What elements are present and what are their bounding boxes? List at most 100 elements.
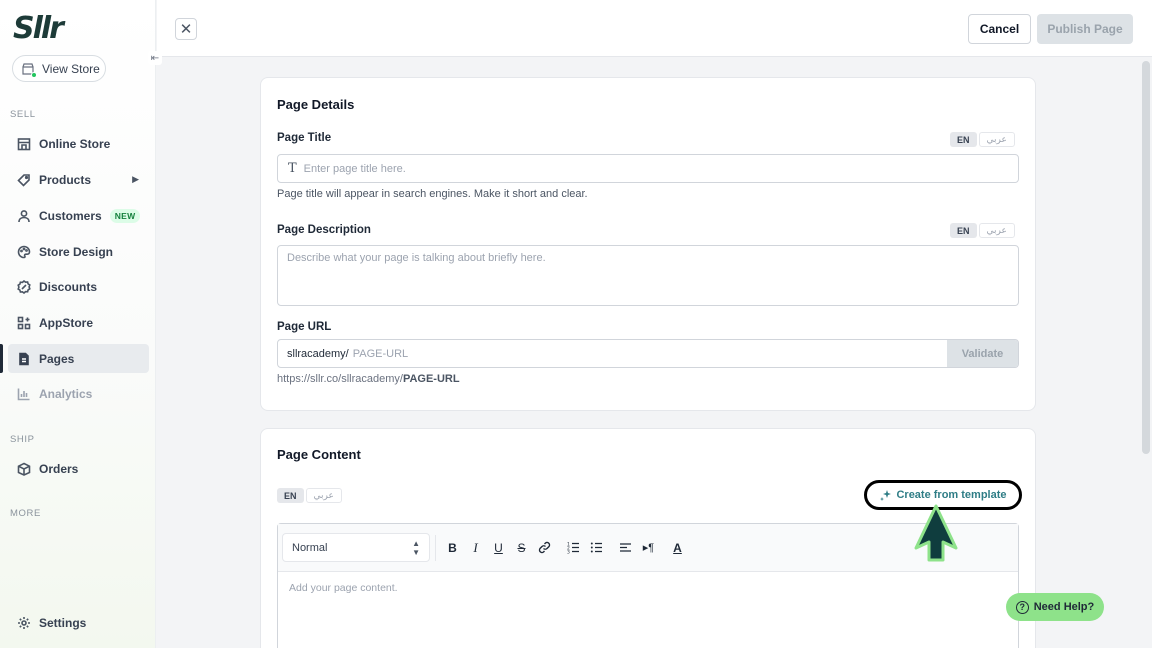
url-preview-slug: PAGE-URL: [402, 373, 460, 385]
svg-text:3: 3: [567, 550, 570, 555]
apps-icon: [17, 316, 31, 329]
chart-icon: [17, 388, 30, 400]
page-details-title: Page Details: [277, 97, 355, 112]
page-description-lang-toggle: EN عربي: [950, 223, 1015, 238]
section-label-ship: SHIP: [10, 434, 35, 445]
cancel-button[interactable]: Cancel: [968, 14, 1031, 44]
ordered-list-icon[interactable]: 123: [562, 536, 585, 560]
text-color-icon[interactable]: A: [666, 536, 689, 560]
collapse-sidebar-icon[interactable]: ⇤: [148, 51, 162, 65]
editor-placeholder: Add your page content.: [289, 582, 398, 594]
online-status-dot: [31, 71, 37, 78]
user-icon: [18, 209, 30, 222]
sidebar-item-orders[interactable]: Orders: [8, 454, 149, 483]
bullet-list-icon[interactable]: [585, 536, 608, 560]
page-description-label: Page Description: [277, 224, 371, 236]
page-title-label: Page Title: [277, 132, 332, 144]
page-details-card: Page Details Page Title EN عربي T Enter …: [260, 77, 1036, 411]
lang-en-tab[interactable]: EN: [950, 223, 977, 238]
lang-ar-tab[interactable]: عربي: [305, 488, 342, 503]
store-icon: [17, 137, 31, 150]
view-store-label: View Store: [42, 61, 100, 76]
page-url-input[interactable]: PAGE-URL: [349, 340, 947, 367]
discount-icon: [17, 279, 31, 294]
sparkle-icon: [880, 489, 892, 501]
need-help-label: Need Help?: [1033, 601, 1095, 613]
create-from-template-label: Create from template: [896, 489, 1007, 501]
lang-en-tab[interactable]: EN: [950, 132, 977, 147]
underline-icon[interactable]: U: [487, 536, 510, 560]
bold-icon[interactable]: B: [441, 536, 464, 560]
page-title-placeholder: Enter page title here.: [303, 162, 406, 175]
page-title-helper: Page title will appear in search engines…: [277, 188, 588, 200]
sidebar-item-products[interactable]: Products ▶: [8, 165, 149, 194]
link-icon[interactable]: [533, 536, 556, 560]
need-help-button[interactable]: ? Need Help?: [1006, 593, 1104, 621]
sidebar-item-customers[interactable]: Customers NEW: [8, 201, 149, 230]
editor-toolbar: Normal ▲ ▼ B I U S 123 ▸¶ A: [278, 524, 1018, 572]
sidebar-item-label: Pages: [39, 351, 75, 366]
editor-content-area[interactable]: Add your page content.: [278, 572, 1018, 604]
sidebar-item-store-design[interactable]: Store Design: [8, 237, 149, 266]
text-style-value: Normal: [292, 541, 328, 554]
sidebar-item-settings[interactable]: Settings: [8, 608, 149, 637]
lang-en-tab[interactable]: EN: [277, 488, 304, 503]
lang-ar-tab[interactable]: عربي: [978, 223, 1015, 238]
page-title-lang-toggle: EN عربي: [950, 132, 1015, 147]
sllr-logo[interactable]: Sllr: [13, 13, 64, 45]
url-preview: https://sllr.co/sllracademy/PAGE-URL: [277, 373, 460, 385]
caret-right-icon[interactable]: ▶: [132, 174, 139, 185]
sidebar-item-analytics[interactable]: Analytics: [8, 379, 149, 408]
page-icon: [19, 352, 29, 365]
box-icon: [17, 462, 31, 476]
publish-page-button[interactable]: Publish Page: [1037, 14, 1133, 44]
page-title-input[interactable]: T Enter page title here.: [277, 154, 1019, 183]
main-scrollbar[interactable]: [1140, 57, 1152, 648]
top-bar: ✕ Cancel Publish Page: [157, 0, 1152, 57]
sidebar-item-label: AppStore: [39, 315, 93, 330]
sidebar-item-label: Products: [39, 172, 92, 187]
view-store-button[interactable]: View Store: [12, 55, 106, 82]
sidebar-item-discounts[interactable]: Discounts: [8, 272, 149, 301]
gear-icon: [18, 616, 30, 629]
sidebar-item-label: Settings: [39, 615, 87, 630]
scrollbar-thumb[interactable]: [1142, 61, 1150, 454]
sidebar-item-pages[interactable]: Pages: [0, 344, 149, 373]
lang-ar-tab[interactable]: عربي: [978, 132, 1015, 147]
page-description-textarea[interactable]: Describe what your page is talking about…: [277, 245, 1019, 306]
updown-chevron-icon: ▲ ▼: [412, 538, 420, 557]
text-type-icon: T: [288, 161, 297, 176]
sidebar-item-label: Orders: [39, 461, 79, 476]
url-prefix: sllracademy/: [287, 347, 349, 360]
question-icon: ?: [1015, 600, 1029, 614]
sidebar-item-label: Customers: [39, 208, 102, 223]
pointer-arrow-icon: [914, 504, 958, 562]
toolbar-divider: [435, 534, 436, 561]
page-url-field: sllracademy/ PAGE-URL Validate: [277, 339, 1019, 368]
page-url-label: Page URL: [277, 321, 332, 333]
sidebar-item-label: Store Design: [39, 244, 114, 259]
rich-text-editor: Normal ▲ ▼ B I U S 123 ▸¶ A Add your pag…: [277, 523, 1019, 648]
close-icon[interactable]: ✕: [175, 18, 197, 40]
align-left-icon[interactable]: [614, 536, 637, 560]
sidebar-item-appstore[interactable]: AppStore: [8, 308, 149, 337]
italic-icon[interactable]: I: [464, 536, 487, 560]
sidebar: Sllr View Store SELL Online Store Produc…: [0, 0, 156, 648]
strikethrough-icon[interactable]: S: [510, 536, 533, 560]
sidebar-item-label: Analytics: [39, 386, 93, 401]
page-description-placeholder: Describe what your page is talking about…: [287, 252, 546, 264]
validate-button[interactable]: Validate: [947, 340, 1018, 367]
palette-icon: [17, 245, 31, 258]
text-direction-icon[interactable]: ▸¶: [637, 536, 660, 560]
sidebar-item-online-store[interactable]: Online Store: [8, 129, 149, 158]
new-badge: NEW: [109, 208, 141, 223]
page-content-title: Page Content: [277, 447, 361, 462]
section-label-more: MORE: [10, 508, 41, 519]
text-style-select[interactable]: Normal ▲ ▼: [282, 533, 430, 562]
url-preview-base: https://sllr.co/sllracademy/: [277, 373, 403, 385]
storefront-icon: [22, 62, 37, 78]
tag-icon: [17, 173, 30, 187]
sidebar-item-label: Discounts: [39, 279, 98, 294]
page-content-lang-toggle: EN عربي: [277, 488, 342, 503]
sidebar-item-label: Online Store: [39, 136, 111, 151]
